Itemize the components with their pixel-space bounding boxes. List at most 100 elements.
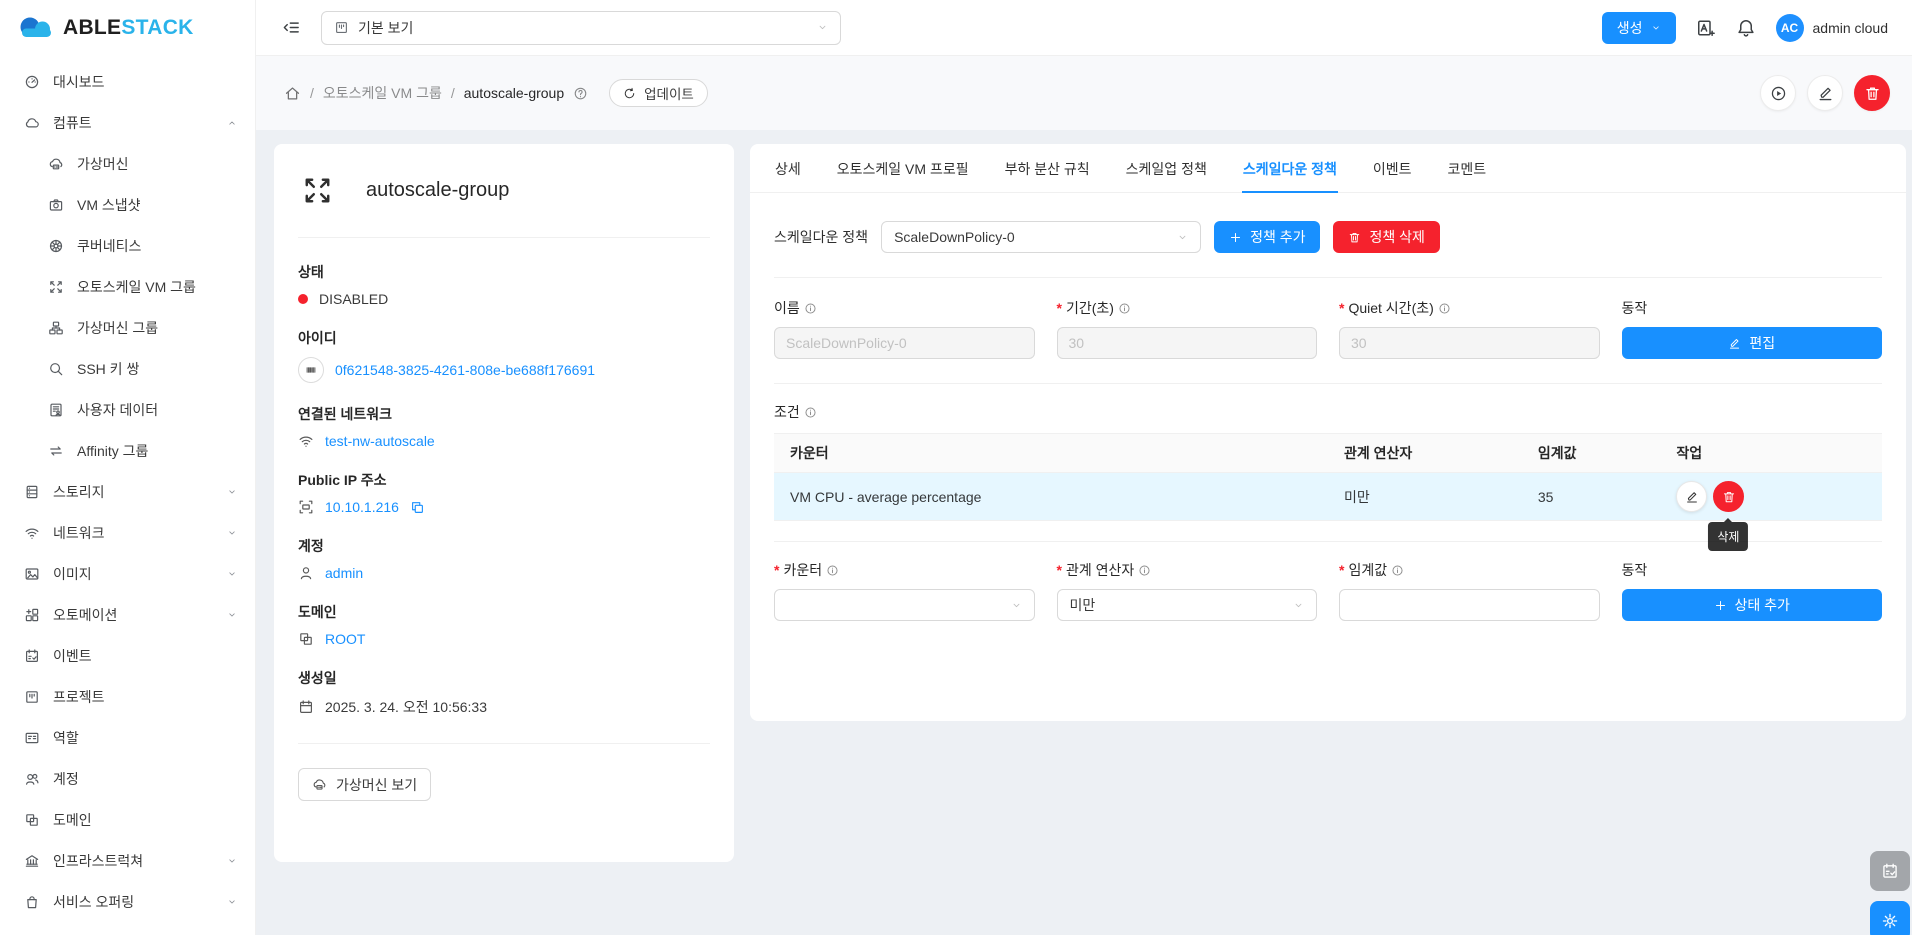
- topbar: 기본 보기 생성 AC admin cloud: [256, 0, 1912, 56]
- sidebar-item-kubernetes[interactable]: 쿠버네티스: [0, 225, 255, 266]
- add-policy-button[interactable]: 정책 추가: [1214, 221, 1320, 253]
- sidebar-item-compute[interactable]: 컴퓨트: [0, 102, 255, 143]
- sidebar-item-label: 쿠버네티스: [77, 236, 141, 256]
- language-icon[interactable]: [1696, 18, 1716, 38]
- overview-value-text[interactable]: 10.10.1.216: [325, 499, 399, 515]
- ip-frame-icon: [298, 499, 314, 515]
- field-label-duration: *기간(초): [1057, 298, 1318, 318]
- conditions-header-row: 카운터관계 연산자임계값작업: [774, 434, 1882, 473]
- sidebar-item-autoscale-vm-group[interactable]: 오토스케일 VM 그룹: [0, 266, 255, 307]
- view-select-value: 기본 보기: [358, 18, 413, 38]
- sidebar-item-dashboard[interactable]: 대시보드: [0, 61, 255, 102]
- policy-bar: 스케일다운 정책 ScaleDownPolicy-0 정책 추가 정책 삭제: [774, 221, 1882, 253]
- view-vms-button[interactable]: 가상머신 보기: [298, 768, 431, 801]
- sidebar-item-affinity-group[interactable]: Affinity 그룹: [0, 430, 255, 471]
- tab-scaleup-policy[interactable]: 스케일업 정책: [1125, 144, 1208, 192]
- tab-scaledown-policy[interactable]: 스케일다운 정책: [1242, 144, 1338, 192]
- sidebar-item-role[interactable]: 역할: [0, 717, 255, 758]
- sidebar-item-automation[interactable]: 오토메이션: [0, 594, 255, 635]
- field-label-text: 이름: [774, 298, 800, 318]
- sidebar-item-label: 이미지: [53, 564, 92, 584]
- copy-icon[interactable]: [410, 500, 425, 515]
- camera-icon: [48, 197, 64, 213]
- help-icon[interactable]: [573, 86, 588, 101]
- field-label-threshold: *임계값: [1339, 560, 1600, 580]
- sidebar-item-label: 가상머신: [77, 154, 129, 174]
- chevron-up-icon: [227, 118, 237, 128]
- create-button[interactable]: 생성: [1602, 12, 1676, 44]
- tab-events[interactable]: 이벤트: [1372, 144, 1413, 192]
- tab-lb-rules[interactable]: 부하 분산 규칙: [1004, 144, 1091, 192]
- expand-icon: [48, 279, 64, 295]
- detail-card: 상세오토스케일 VM 프로필부하 분산 규칙스케일업 정책스케일다운 정책이벤트…: [750, 144, 1906, 721]
- field-label-text: 관계 연산자: [1066, 560, 1134, 580]
- reload-icon: [623, 87, 636, 100]
- sidebar-item-domain[interactable]: 도메인: [0, 799, 255, 840]
- sidebar-item-label: SSH 키 쌍: [77, 359, 139, 379]
- remove-policy-button[interactable]: 정책 삭제: [1333, 221, 1439, 253]
- overview-value-text[interactable]: ROOT: [325, 631, 365, 647]
- tab-comments[interactable]: 코멘트: [1447, 144, 1488, 192]
- sidebar-item-label: 가상머신 그룹: [77, 318, 158, 338]
- brand-logo: ABLESTACK: [0, 0, 255, 56]
- sidebar-item-label: 네트워크: [53, 523, 105, 543]
- database-icon: [24, 484, 40, 500]
- sidebar-item-vm-snapshot[interactable]: VM 스냅샷: [0, 184, 255, 225]
- sidebar-collapse-icon[interactable]: [282, 18, 301, 37]
- add-condition-action-col: 동작 상태 추가: [1622, 560, 1883, 621]
- event-log-fab[interactable]: [1870, 851, 1910, 891]
- edit-resource-button[interactable]: [1807, 75, 1843, 111]
- sidebar-item-ssh-keypair[interactable]: SSH 키 쌍: [0, 348, 255, 389]
- overview-field-status: 상태DISABLED: [298, 262, 710, 307]
- overview-field-value: 0f621548-3825-4261-808e-be688f176691: [298, 357, 710, 383]
- operator-select[interactable]: 미만: [1057, 589, 1318, 621]
- sidebar-item-storage[interactable]: 스토리지: [0, 471, 255, 512]
- notifications-bell-icon[interactable]: [1736, 18, 1756, 38]
- sidebar-item-user-data[interactable]: 사용자 데이터: [0, 389, 255, 430]
- view-select[interactable]: 기본 보기: [321, 11, 841, 45]
- sidebar-item-label: 오토메이션: [53, 605, 117, 625]
- sidebar-item-project[interactable]: 프로젝트: [0, 676, 255, 717]
- add-condition-form: *카운터*관계 연산자미만*임계값 동작 상태 추가: [774, 560, 1882, 621]
- avatar: AC: [1776, 14, 1804, 42]
- tab-autoscale-vm-profile[interactable]: 오토스케일 VM 프로필: [836, 144, 970, 192]
- delete-resource-button[interactable]: [1854, 75, 1890, 111]
- user-menu[interactable]: AC admin cloud: [1776, 14, 1889, 42]
- brand-name: ABLESTACK: [63, 16, 194, 40]
- delete-condition-button[interactable]: [1713, 481, 1744, 512]
- overview-value-text[interactable]: 0f621548-3825-4261-808e-be688f176691: [335, 362, 595, 378]
- search-icon: [48, 361, 64, 377]
- tab-details[interactable]: 상세: [774, 144, 802, 192]
- sidebar-item-service-offering[interactable]: 서비스 오퍼링: [0, 881, 255, 922]
- barcode-icon: [298, 357, 324, 383]
- resource-actions: [1760, 75, 1890, 111]
- sidebar-item-network[interactable]: 네트워크: [0, 512, 255, 553]
- condition-row: VM CPU - average percentage미만35삭제: [774, 473, 1882, 521]
- team-icon: [24, 771, 40, 787]
- detail-tabs: 상세 오토스케일 VM 프로필 부하 분산 규칙 스케일업 정책 스케일다운 정책 이벤트…: [750, 144, 1906, 193]
- breadcrumb-parent-link[interactable]: 오토스케일 VM 그룹: [323, 83, 442, 103]
- add-condition-button[interactable]: 상태 추가: [1622, 589, 1883, 621]
- update-button[interactable]: 업데이트: [609, 79, 708, 107]
- sidebar-item-infrastructure[interactable]: 인프라스트럭쳐: [0, 840, 255, 881]
- policy-select[interactable]: ScaleDownPolicy-0: [881, 221, 1201, 253]
- sidebar-item-image[interactable]: 이미지: [0, 553, 255, 594]
- edit-condition-button[interactable]: [1676, 481, 1707, 512]
- calendar-icon: [298, 699, 314, 715]
- info-icon: [1438, 302, 1451, 315]
- overview-value-text[interactable]: admin: [325, 565, 363, 581]
- enable-autoscale-button[interactable]: [1760, 75, 1796, 111]
- sidebar-item-vm-group[interactable]: 가상머신 그룹: [0, 307, 255, 348]
- edit-policy-button[interactable]: 편집: [1622, 327, 1883, 359]
- wifi-icon: [24, 525, 40, 541]
- settings-fab[interactable]: [1870, 901, 1910, 935]
- home-icon[interactable]: [284, 85, 301, 102]
- sidebar-item-vm[interactable]: 가상머신: [0, 143, 255, 184]
- threshold-input[interactable]: [1339, 589, 1600, 621]
- overview-field-value: admin: [298, 565, 710, 581]
- sidebar-item-event[interactable]: 이벤트: [0, 635, 255, 676]
- sidebar-item-account[interactable]: 계정: [0, 758, 255, 799]
- counter-select[interactable]: [774, 589, 1035, 621]
- overview-value-text[interactable]: test-nw-autoscale: [325, 433, 435, 449]
- policy-select-label: 스케일다운 정책: [774, 227, 868, 247]
